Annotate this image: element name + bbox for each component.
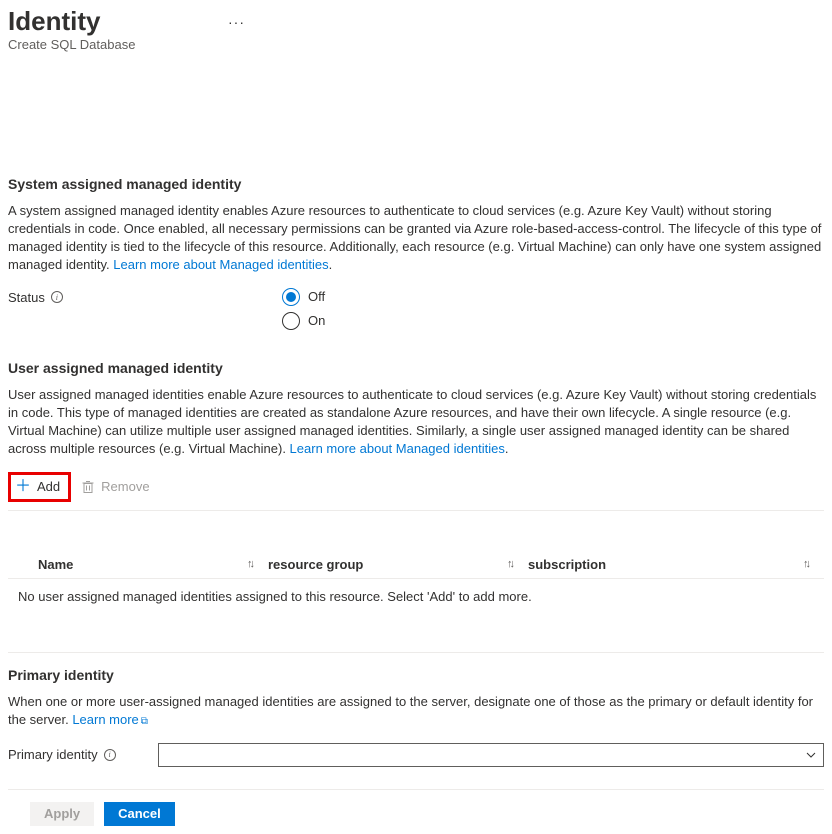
- chevron-down-icon: [805, 749, 817, 761]
- page-subtitle: Create SQL Database: [8, 37, 824, 52]
- system-identity-description: A system assigned managed identity enabl…: [8, 202, 824, 274]
- info-icon[interactable]: i: [51, 291, 63, 303]
- cancel-button[interactable]: Cancel: [104, 802, 175, 826]
- table-header-row: Name ↑↓ resource group ↑↓ subscription ↑…: [8, 551, 824, 579]
- user-learn-more-link[interactable]: Learn more about Managed identities: [290, 441, 505, 456]
- page-title: Identity: [8, 6, 824, 37]
- primary-identity-label: Primary identity i: [8, 747, 158, 762]
- column-header-subscription[interactable]: subscription ↑↓: [528, 557, 824, 572]
- status-on-radio[interactable]: On: [282, 312, 325, 330]
- info-icon[interactable]: i: [104, 749, 116, 761]
- radio-unselected-icon: [282, 312, 300, 330]
- trash-icon: [81, 480, 95, 494]
- add-button[interactable]: ＋ Add: [15, 479, 60, 495]
- external-link-icon: ⧉: [141, 716, 148, 727]
- sort-icon: ↑↓: [507, 558, 512, 570]
- plus-icon: ＋: [15, 479, 31, 495]
- primary-identity-select[interactable]: [158, 743, 824, 767]
- apply-button[interactable]: Apply: [30, 802, 94, 826]
- status-off-radio[interactable]: Off: [282, 288, 325, 306]
- remove-button[interactable]: Remove: [81, 479, 149, 494]
- user-identity-description: User assigned managed identities enable …: [8, 386, 824, 458]
- primary-identity-heading: Primary identity: [8, 667, 824, 683]
- status-label: Status i: [8, 288, 282, 305]
- column-header-name[interactable]: Name ↑↓: [8, 557, 268, 572]
- user-identity-heading: User assigned managed identity: [8, 360, 824, 376]
- table-empty-message: No user assigned managed identities assi…: [8, 579, 824, 614]
- footer-buttons: Apply Cancel: [0, 790, 832, 834]
- identities-table: Name ↑↓ resource group ↑↓ subscription ↑…: [8, 551, 824, 614]
- add-button-highlight: ＋ Add: [8, 472, 71, 502]
- sort-icon: ↑↓: [803, 558, 808, 570]
- sort-icon: ↑↓: [247, 558, 252, 570]
- identity-toolbar: ＋ Add Remove: [8, 472, 824, 511]
- system-identity-heading: System assigned managed identity: [8, 176, 824, 192]
- primary-learn-more-link[interactable]: Learn more⧉: [72, 712, 148, 727]
- column-header-resource-group[interactable]: resource group ↑↓: [268, 557, 528, 572]
- primary-identity-description: When one or more user-assigned managed i…: [8, 693, 824, 729]
- status-radio-group: Off On: [282, 288, 325, 330]
- radio-selected-icon: [282, 288, 300, 306]
- more-actions-button[interactable]: ···: [228, 14, 245, 30]
- system-learn-more-link[interactable]: Learn more about Managed identities: [113, 257, 328, 272]
